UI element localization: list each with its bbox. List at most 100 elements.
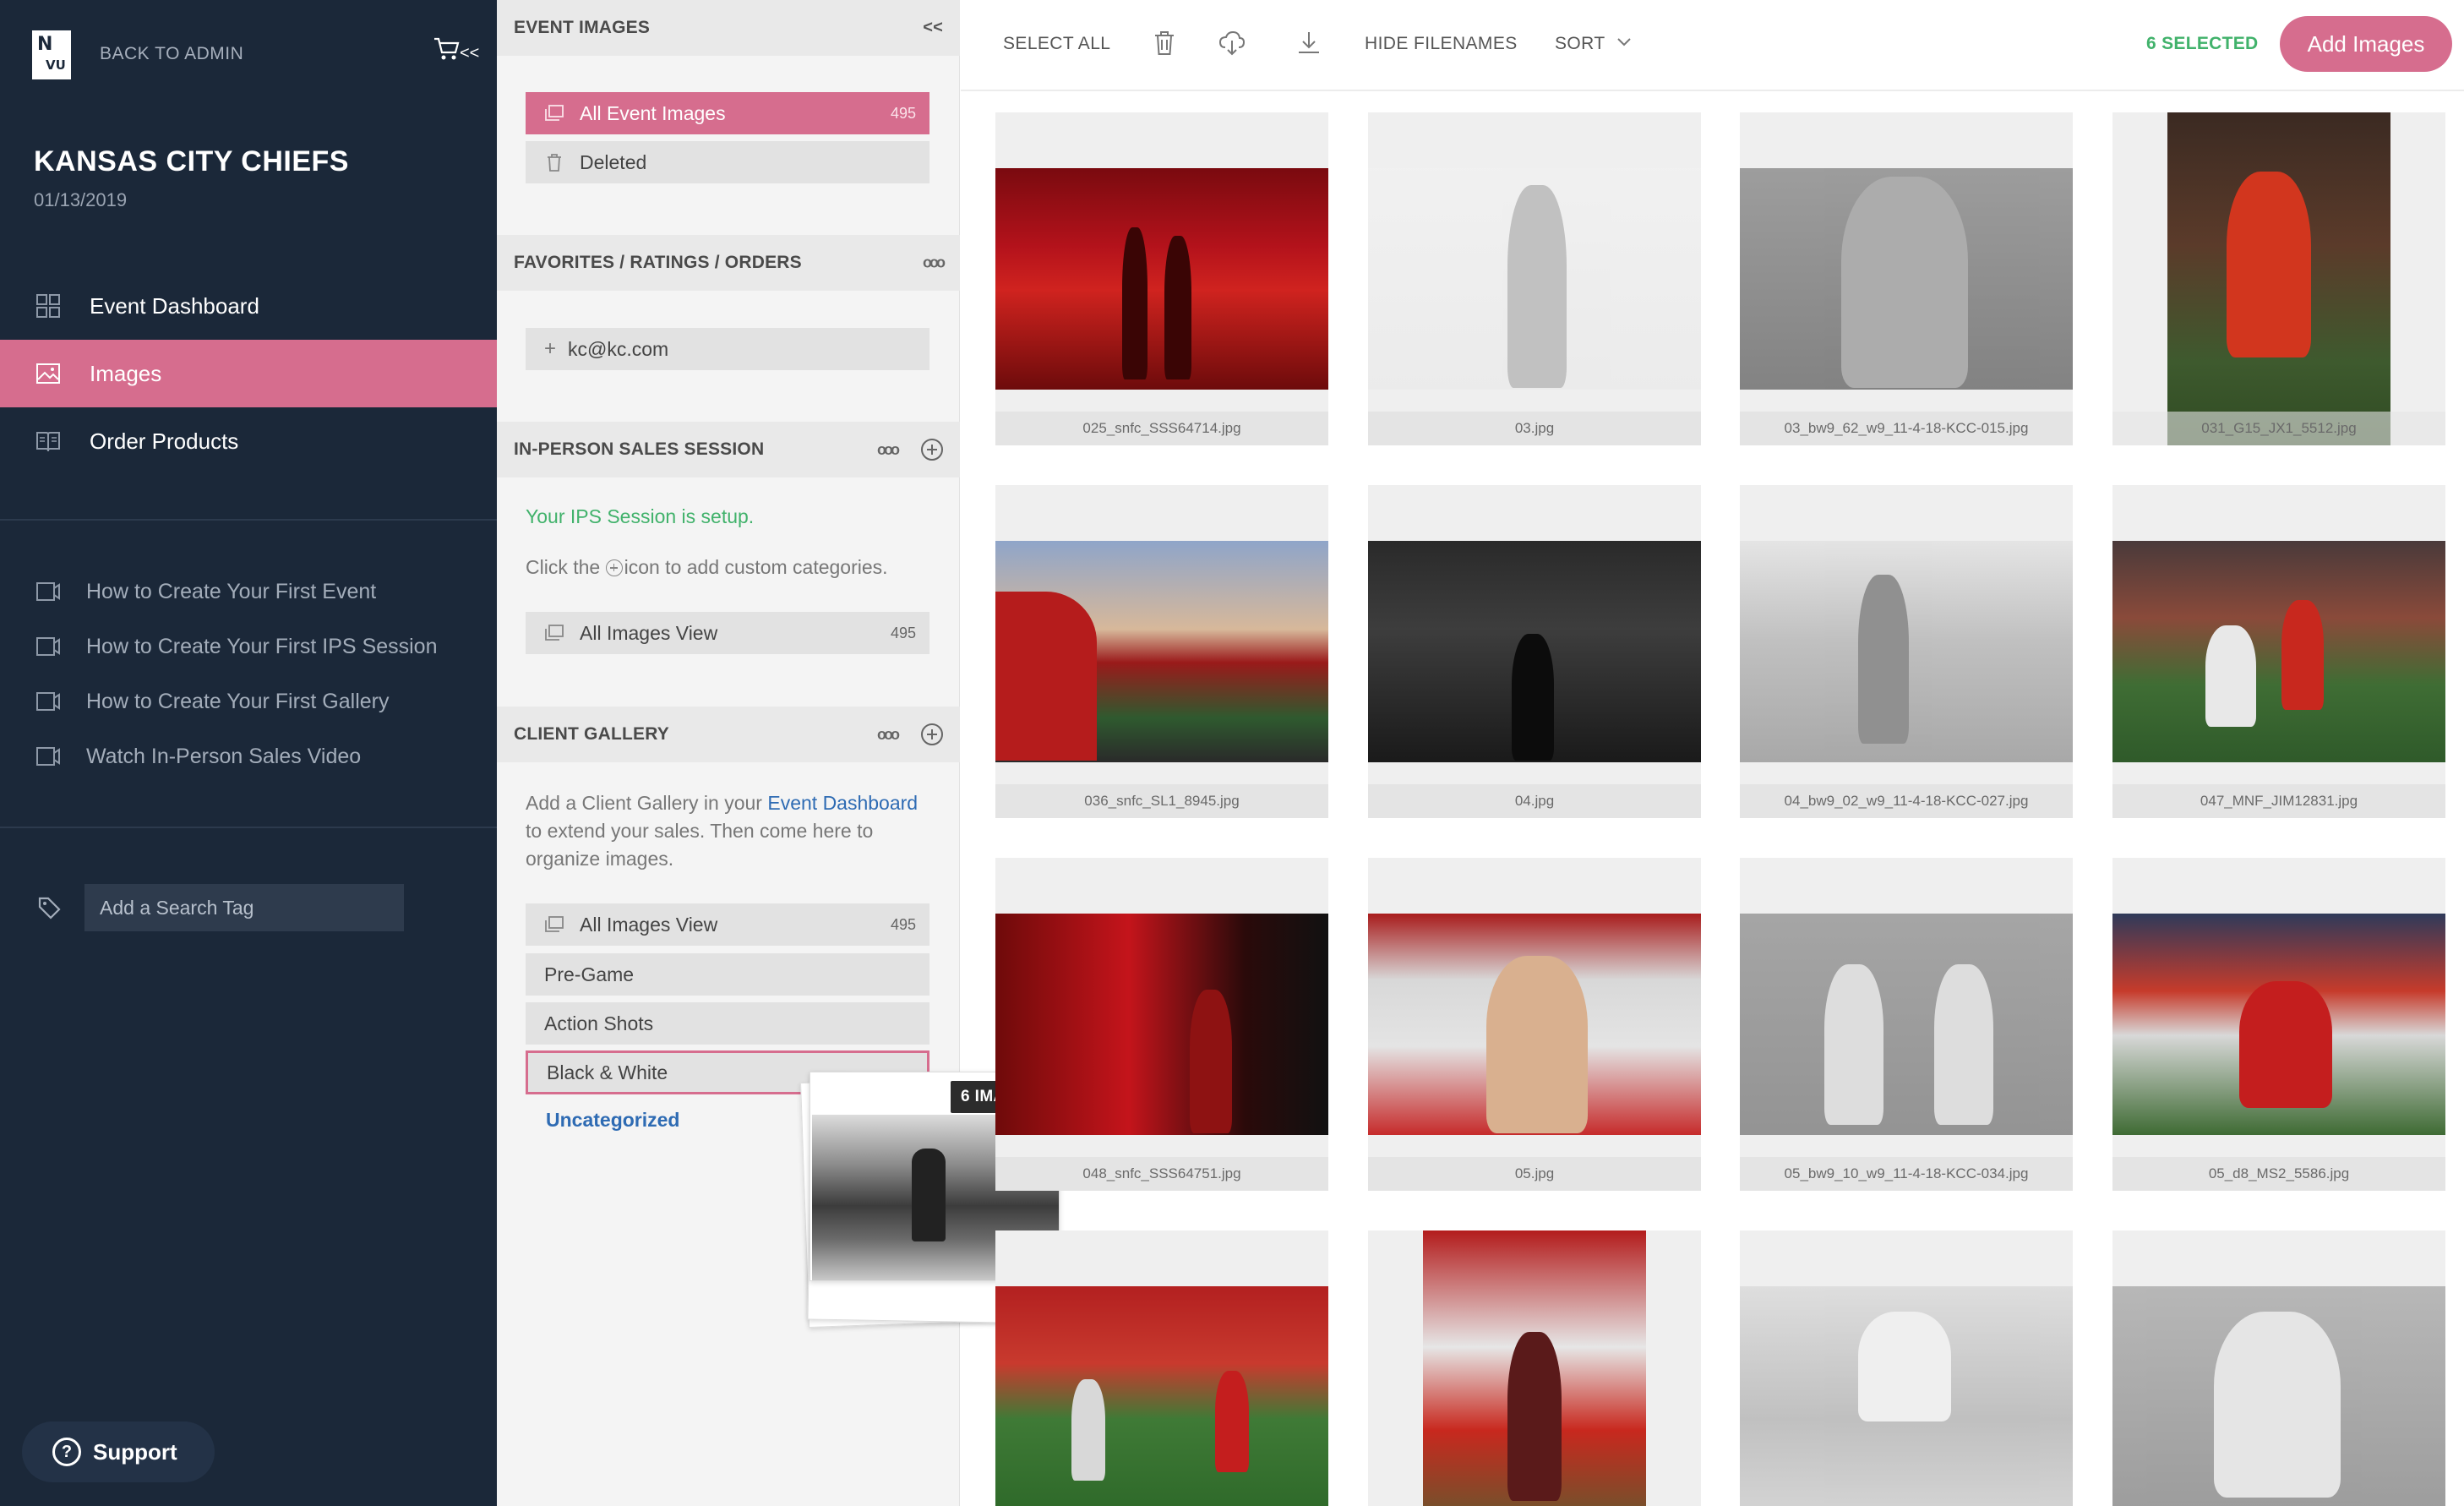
help-link-first-gallery[interactable]: How to Create Your First Gallery — [0, 685, 497, 718]
gallery-category-pre-game[interactable]: Pre-Game — [526, 953, 929, 996]
image-thumbnail — [2112, 1286, 2445, 1506]
back-to-admin-link[interactable]: BACK TO ADMIN — [100, 44, 243, 64]
cart-collapse-button[interactable]: << — [433, 34, 483, 68]
ips-help-text: Click the icon to add custom categories. — [526, 556, 888, 579]
video-icon — [36, 747, 60, 766]
ips-all-images-view[interactable]: All Images View 495 — [526, 612, 929, 654]
drag-image-figure — [912, 1149, 946, 1241]
nav-event-dashboard[interactable]: Event Dashboard — [0, 272, 497, 340]
nav-label: Event Dashboard — [90, 292, 259, 319]
image-tile[interactable] — [995, 1230, 1328, 1506]
image-filename: 05.jpg — [1368, 1157, 1701, 1191]
pill-label: Action Shots — [544, 1012, 654, 1034]
image-tile[interactable]: 03_bw9_62_w9_11-4-18-KCC-015.jpg — [1740, 112, 2073, 445]
more-options-icon[interactable]: ooo — [923, 254, 946, 272]
logo-line-1: N — [37, 34, 53, 55]
pill-label: kc@kc.com — [568, 337, 669, 360]
pill-label: All Event Images — [580, 101, 726, 124]
image-thumbnail — [2112, 541, 2445, 762]
image-tile[interactable]: 05_d8_MS2_5586.jpg — [2112, 858, 2445, 1191]
event-title: KANSAS CITY CHIEFS — [34, 145, 349, 177]
sidebar-divider — [0, 827, 497, 828]
image-filename: 03_bw9_62_w9_11-4-18-KCC-015.jpg — [1740, 412, 2073, 445]
help-link-first-ips[interactable]: How to Create Your First IPS Session — [0, 630, 497, 663]
support-label: Support — [93, 1438, 177, 1465]
pill-label: Pre-Game — [544, 963, 635, 985]
help-link-first-event[interactable]: How to Create Your First Event — [0, 575, 497, 608]
search-tag-input[interactable] — [84, 884, 404, 931]
help-link-ips-video[interactable]: Watch In-Person Sales Video — [0, 739, 497, 773]
section-title: IN-PERSON SALES SESSION — [514, 439, 765, 459]
image-grid: 025_snfc_SSS64714.jpg 03.jpg 03_bw9_62_w… — [961, 93, 2464, 1506]
gallery-help-2: to extend your sales. Then come here to … — [526, 820, 874, 870]
favorite-user-item[interactable]: + kc@kc.com — [526, 328, 929, 370]
trash-icon — [548, 154, 561, 172]
collapse-panel-button[interactable]: << — [923, 19, 943, 38]
pill-label: Deleted — [580, 150, 647, 173]
image-filename: 05_bw9_10_w9_11-4-18-KCC-034.jpg — [1740, 1157, 2073, 1191]
images-stack-icon — [545, 916, 564, 932]
hide-filenames-button[interactable]: HIDE FILENAMES — [1365, 34, 1518, 54]
nav-order-products[interactable]: Order Products — [0, 407, 497, 475]
main-sidebar: N VU BACK TO ADMIN << KANSAS CITY CHIEFS… — [0, 0, 497, 1506]
support-button[interactable]: ? Support — [22, 1421, 215, 1482]
download-icon[interactable] — [1295, 29, 1323, 57]
image-tile[interactable]: 048_snfc_SSS64751.jpg — [995, 858, 1328, 1191]
section-title: EVENT IMAGES — [514, 18, 651, 37]
image-thumbnail — [995, 168, 1328, 390]
event-dashboard-link[interactable]: Event Dashboard — [767, 792, 918, 814]
image-thumbnail — [1740, 168, 2073, 390]
image-thumbnail — [1368, 168, 1701, 390]
image-tile[interactable]: 04.jpg — [1368, 485, 1701, 818]
plus-circle-inline-icon — [605, 559, 623, 576]
image-tile[interactable]: 04_bw9_02_w9_11-4-18-KCC-027.jpg — [1740, 485, 2073, 818]
book-icon — [36, 432, 60, 452]
more-options-icon[interactable]: ooo — [877, 726, 900, 744]
plus-icon: + — [544, 337, 557, 360]
image-icon — [36, 363, 60, 384]
image-tile[interactable]: 025_snfc_SSS64714.jpg — [995, 112, 1328, 445]
filter-all-event-images[interactable]: All Event Images 495 — [526, 92, 929, 134]
image-filename: 05_d8_MS2_5586.jpg — [2112, 1157, 2445, 1191]
image-tile[interactable]: 036_snfc_SL1_8945.jpg — [995, 485, 1328, 818]
help-link-label: How to Create Your First Event — [86, 579, 377, 603]
client-gallery-help: Add a Client Gallery in your Event Dashb… — [526, 789, 931, 873]
gallery-category-action-shots[interactable]: Action Shots — [526, 1002, 929, 1045]
image-tile[interactable]: 05_bw9_10_w9_11-4-18-KCC-034.jpg — [1740, 858, 2073, 1191]
image-tile[interactable]: 03.jpg — [1368, 112, 1701, 445]
add-images-button[interactable]: Add Images — [2280, 16, 2452, 72]
image-tile[interactable]: 031_G15_JX1_5512.jpg — [2112, 112, 2445, 445]
nvu-logo[interactable]: N VU — [32, 30, 71, 79]
gallery-all-images-view[interactable]: All Images View 495 — [526, 903, 929, 946]
image-thumbnail — [2112, 914, 2445, 1135]
collapse-chevrons: << — [460, 44, 480, 63]
image-tile[interactable] — [1368, 1230, 1701, 1506]
video-icon — [36, 637, 60, 656]
more-options-icon[interactable]: ooo — [877, 441, 900, 459]
add-category-icon[interactable] — [921, 723, 943, 745]
nav-images[interactable]: Images — [0, 340, 497, 407]
image-thumbnail — [1368, 914, 1701, 1135]
ips-header: IN-PERSON SALES SESSION ooo — [497, 422, 960, 477]
image-tile[interactable] — [2112, 1230, 2445, 1506]
image-tile[interactable]: 047_MNF_JIM12831.jpg — [2112, 485, 2445, 818]
image-tile[interactable]: 05.jpg — [1368, 858, 1701, 1191]
add-category-icon[interactable] — [921, 439, 943, 461]
help-icon: ? — [52, 1438, 81, 1466]
filter-deleted[interactable]: Deleted — [526, 141, 929, 183]
images-stack-icon — [545, 625, 564, 641]
cloud-download-icon[interactable] — [1218, 29, 1246, 57]
gallery-uncategorized-link[interactable]: Uncategorized — [546, 1109, 679, 1132]
nav-label: Order Products — [90, 428, 239, 454]
selected-count: 6 SELECTED — [2146, 34, 2259, 53]
pill-label: Black & White — [547, 1061, 668, 1083]
ips-help-before: Click the — [526, 556, 606, 578]
image-tile[interactable] — [1740, 1230, 2073, 1506]
tag-icon — [38, 897, 61, 919]
sort-dropdown[interactable]: SORT — [1555, 34, 1632, 54]
trash-icon[interactable] — [1150, 29, 1179, 57]
image-thumbnail — [995, 1286, 1328, 1506]
event-date: 01/13/2019 — [34, 189, 128, 210]
image-toolbar: SELECT ALL HIDE FILENAMES SORT 6 SELECTE… — [961, 0, 2464, 91]
select-all-button[interactable]: SELECT ALL — [1003, 34, 1110, 54]
